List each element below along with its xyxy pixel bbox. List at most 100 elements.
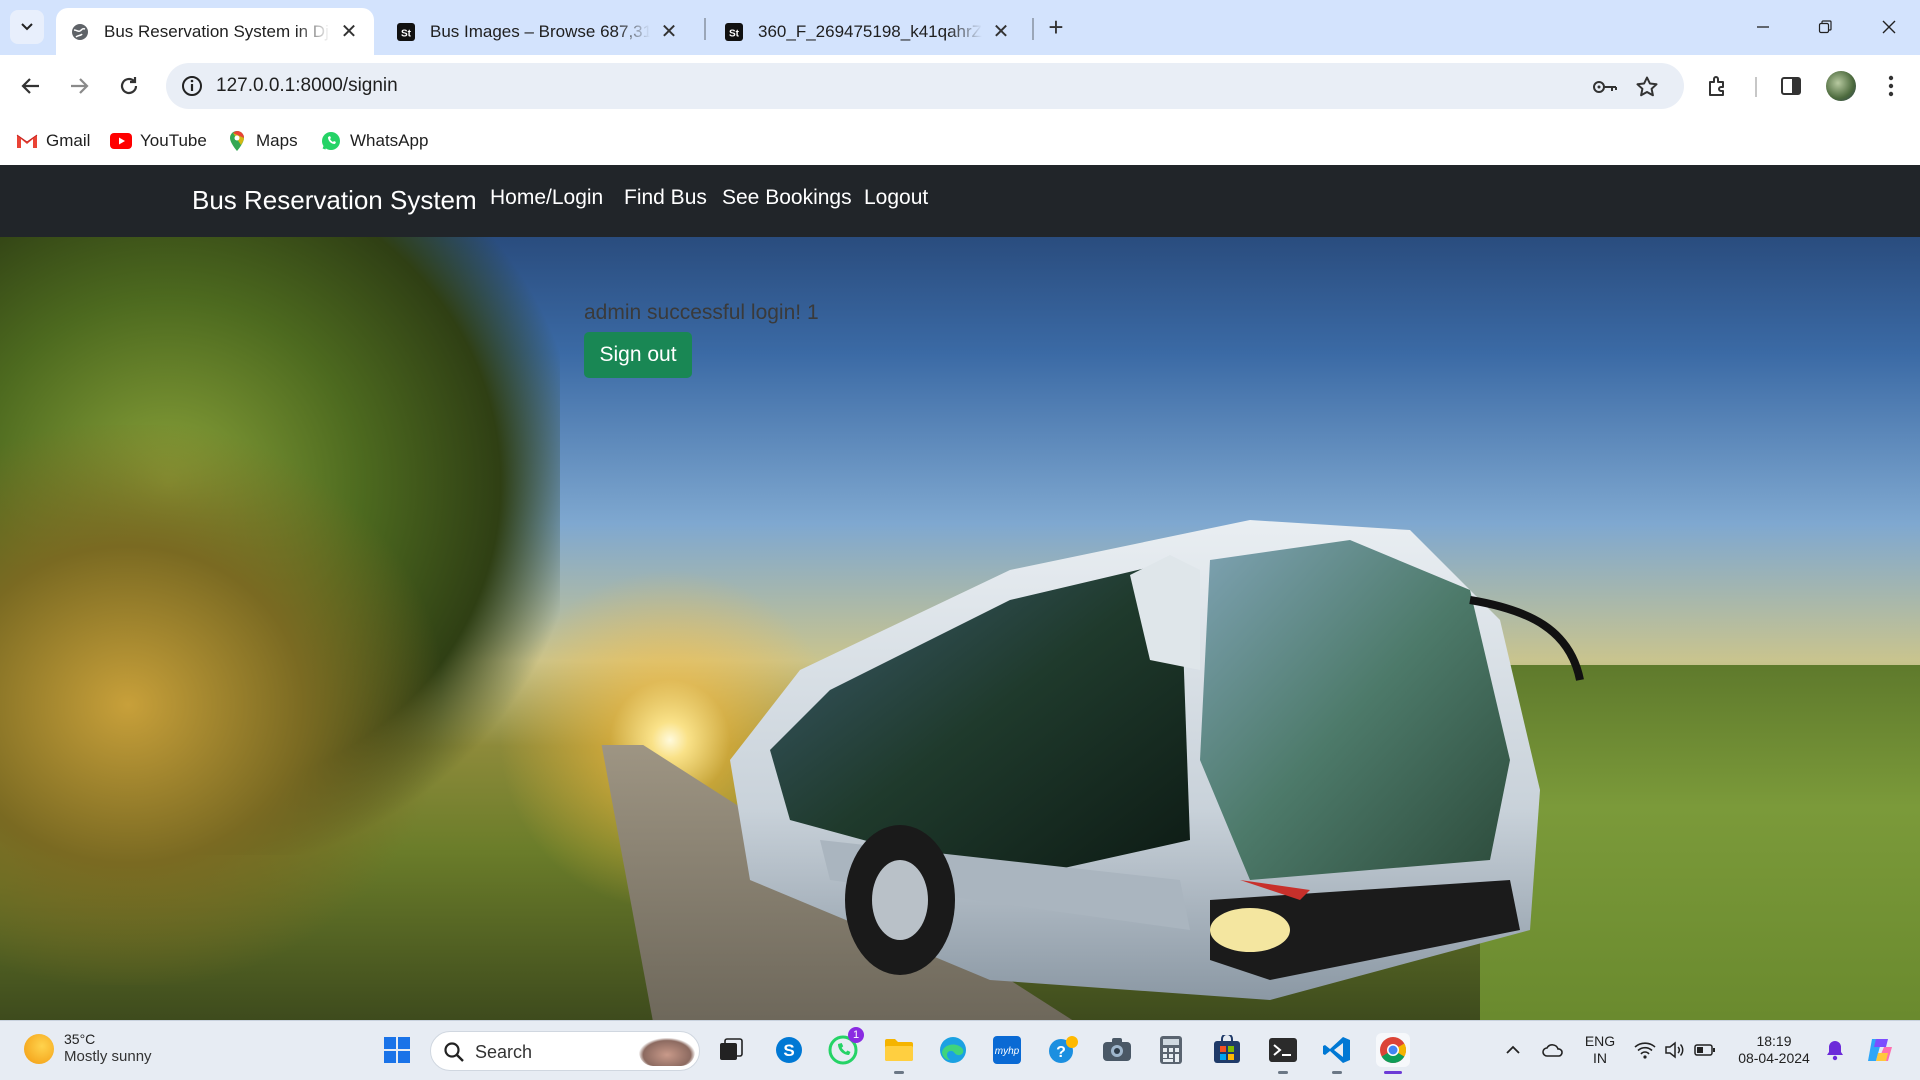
notifications-button[interactable] bbox=[1818, 1033, 1852, 1067]
extensions-icon[interactable] bbox=[1703, 71, 1733, 101]
language-indicator[interactable]: ENG IN bbox=[1584, 1033, 1616, 1067]
taskbar-edge[interactable] bbox=[936, 1033, 970, 1067]
folder-icon bbox=[885, 1039, 913, 1061]
key-icon[interactable] bbox=[1592, 74, 1618, 100]
site-info-icon[interactable] bbox=[180, 74, 204, 98]
taskbar-skype[interactable]: S bbox=[772, 1033, 806, 1067]
taskbar-store[interactable] bbox=[1210, 1033, 1244, 1067]
sun-icon bbox=[24, 1033, 54, 1064]
nav-see-bookings[interactable]: See Bookings bbox=[722, 186, 852, 210]
taskbar-search[interactable]: Search bbox=[430, 1031, 700, 1071]
hero-background-image bbox=[0, 165, 1920, 1020]
tab-bus-reservation[interactable]: Bus Reservation System in Django ✕ bbox=[56, 8, 374, 55]
search-placeholder: Search bbox=[475, 1042, 533, 1062]
new-tab-button[interactable]: + bbox=[1042, 12, 1070, 42]
stock-icon: St bbox=[724, 22, 744, 42]
volume-icon bbox=[1665, 1041, 1684, 1059]
language-code: ENG bbox=[1584, 1033, 1616, 1049]
nav-find-bus[interactable]: Find Bus bbox=[624, 186, 707, 210]
taskbar-file-explorer[interactable] bbox=[882, 1033, 916, 1074]
side-panel-icon[interactable] bbox=[1776, 71, 1806, 101]
close-icon[interactable]: ✕ bbox=[990, 21, 1012, 43]
sign-out-button[interactable]: Sign out bbox=[584, 332, 692, 378]
weather-temperature: 35°C bbox=[64, 1031, 96, 1047]
tab-divider bbox=[1032, 18, 1034, 40]
camera-icon bbox=[1103, 1038, 1131, 1061]
reload-icon bbox=[120, 77, 138, 95]
bookmark-whatsapp[interactable]: WhatsApp bbox=[320, 129, 428, 153]
clock-time: 18:19 bbox=[1756, 1033, 1792, 1049]
restore-button[interactable] bbox=[1808, 10, 1842, 44]
bookmark-star-icon[interactable] bbox=[1634, 74, 1660, 100]
cloud-icon bbox=[1542, 1044, 1563, 1057]
forward-button[interactable] bbox=[62, 69, 96, 103]
maps-icon bbox=[226, 130, 248, 152]
store-icon bbox=[1214, 1035, 1240, 1063]
weather-condition: Mostly sunny bbox=[64, 1048, 152, 1065]
bell-icon bbox=[1827, 1041, 1843, 1061]
close-icon bbox=[1882, 20, 1896, 34]
notification-badge: 1 bbox=[848, 1027, 864, 1043]
taskbar-calculator[interactable] bbox=[1154, 1033, 1188, 1067]
terminal-icon bbox=[1269, 1038, 1297, 1062]
svg-text:?: ? bbox=[1056, 1044, 1066, 1061]
more-menu-icon[interactable] bbox=[1876, 71, 1906, 101]
running-indicator bbox=[1332, 1071, 1342, 1074]
svg-text:S: S bbox=[783, 1041, 794, 1060]
bookmark-maps[interactable]: Maps bbox=[226, 129, 298, 153]
taskbar-get-help[interactable]: ? bbox=[1046, 1033, 1080, 1067]
stock-icon-letters: St bbox=[401, 28, 412, 39]
bookmark-gmail[interactable]: Gmail bbox=[16, 129, 90, 153]
taskbar-whatsapp[interactable]: 1 bbox=[826, 1027, 864, 1067]
taskbar-camera[interactable] bbox=[1100, 1033, 1134, 1067]
globe-icon bbox=[70, 22, 90, 42]
tab-stock-image[interactable]: St 360_F_269475198_k41qahrZ1j4H ✕ bbox=[710, 8, 1026, 55]
bookmark-youtube[interactable]: YouTube bbox=[110, 129, 207, 153]
browser-toolbar: 127.0.0.1:8000/signin bbox=[0, 55, 1920, 117]
tab-bus-images[interactable]: St Bus Images – Browse 687,311 Stock Pho… bbox=[382, 8, 694, 55]
url-text[interactable]: 127.0.0.1:8000/signin bbox=[216, 75, 398, 97]
quick-settings[interactable] bbox=[1630, 1033, 1720, 1067]
taskbar-terminal[interactable] bbox=[1266, 1033, 1300, 1074]
clock[interactable]: 18:19 08-04-2024 bbox=[1736, 1033, 1812, 1067]
reload-button[interactable] bbox=[112, 69, 146, 103]
nav-logout[interactable]: Logout bbox=[864, 186, 928, 210]
site-navbar: Bus Reservation System Home/Login Find B… bbox=[0, 165, 1920, 237]
close-icon[interactable]: ✕ bbox=[338, 21, 360, 43]
close-icon[interactable]: ✕ bbox=[658, 21, 680, 43]
profile-avatar[interactable] bbox=[1826, 71, 1856, 101]
onedrive-tray[interactable] bbox=[1536, 1033, 1570, 1067]
taskbar-myhp[interactable]: myhp bbox=[990, 1033, 1024, 1067]
start-button[interactable] bbox=[380, 1033, 414, 1067]
tab-search-button[interactable] bbox=[10, 10, 44, 44]
show-hidden-icons[interactable] bbox=[1496, 1033, 1530, 1067]
battery-icon bbox=[1694, 1044, 1715, 1056]
nav-home-login[interactable]: Home/Login bbox=[490, 186, 603, 210]
stock-icon: St bbox=[396, 22, 416, 42]
taskbar-chrome[interactable] bbox=[1376, 1033, 1410, 1074]
edge-icon bbox=[940, 1037, 966, 1063]
login-status-message: admin successful login! 1 bbox=[584, 301, 819, 324]
weather-widget[interactable]: 35°C Mostly sunny bbox=[24, 1031, 152, 1066]
restore-icon bbox=[1818, 20, 1832, 34]
running-indicator bbox=[1278, 1071, 1288, 1074]
skype-icon: S bbox=[776, 1037, 802, 1063]
site-brand[interactable]: Bus Reservation System bbox=[192, 185, 477, 216]
chrome-icon bbox=[1380, 1037, 1407, 1064]
address-bar[interactable]: 127.0.0.1:8000/signin bbox=[166, 63, 1684, 109]
running-indicator bbox=[894, 1071, 904, 1074]
taskbar-vscode[interactable] bbox=[1320, 1033, 1354, 1074]
back-button[interactable] bbox=[14, 69, 48, 103]
gmail-icon bbox=[16, 130, 38, 152]
copilot-icon bbox=[1868, 1039, 1892, 1061]
close-window-button[interactable] bbox=[1872, 10, 1906, 44]
minimize-button[interactable] bbox=[1746, 10, 1780, 44]
windows-taskbar: 35°C Mostly sunny Search S 1 myhp ? ENG … bbox=[0, 1020, 1920, 1080]
search-icon bbox=[444, 1042, 464, 1062]
region-code: IN bbox=[1593, 1050, 1607, 1066]
calculator-icon bbox=[1160, 1036, 1182, 1064]
copilot-button[interactable] bbox=[1862, 1033, 1896, 1067]
browser-tab-strip: Bus Reservation System in Django ✕ St Bu… bbox=[0, 0, 1920, 55]
chevron-up-icon bbox=[1506, 1045, 1520, 1054]
taskbar-task-view[interactable] bbox=[714, 1033, 748, 1067]
